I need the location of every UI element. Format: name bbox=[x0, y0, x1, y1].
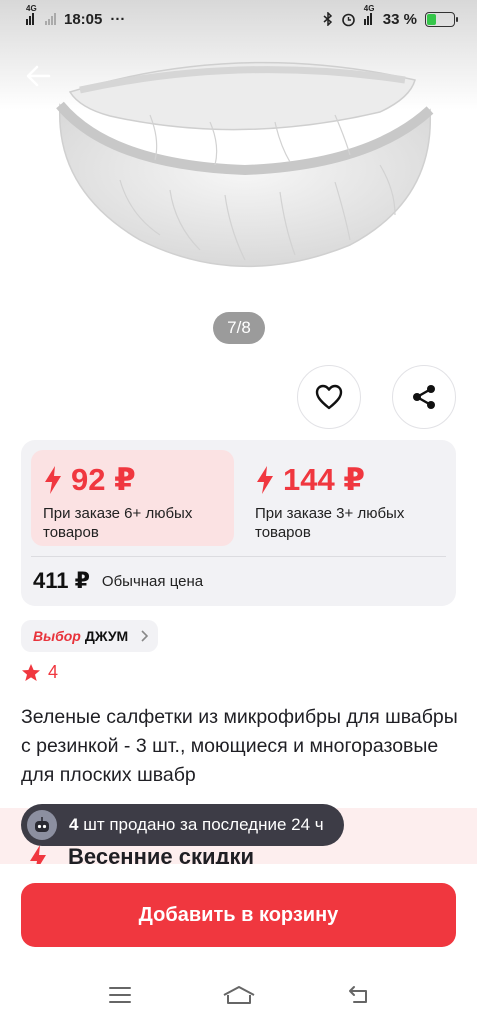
lightning-icon bbox=[30, 845, 46, 864]
heart-icon bbox=[315, 384, 343, 410]
bot-avatar-icon bbox=[27, 810, 57, 840]
network-type-label-right: 4G bbox=[363, 4, 375, 13]
regular-price-value: 411 ₽ bbox=[33, 568, 90, 593]
status-bar: 4G 18:05 ··· 4G 33 % bbox=[0, 0, 477, 38]
lightning-icon bbox=[45, 466, 61, 494]
choice-name: ДЖУМ bbox=[84, 628, 129, 644]
system-nav-bar bbox=[0, 966, 477, 1024]
sold-count-toast: 4 шт продано за последние 24 ч bbox=[21, 804, 344, 846]
tier-price-value: 92 ₽ bbox=[71, 462, 136, 497]
regular-price: 411 ₽ Обычная цена bbox=[33, 568, 203, 594]
promo-title: Весенние скидки bbox=[68, 844, 255, 864]
tier-condition: При заказе 3+ любых товаров bbox=[255, 505, 405, 541]
home-icon bbox=[223, 986, 254, 1004]
choice-brand: Выбор bbox=[33, 628, 81, 644]
star-icon bbox=[22, 663, 40, 681]
favorite-button[interactable] bbox=[297, 365, 361, 429]
arrow-left-icon bbox=[26, 65, 51, 87]
price-tier-6plus[interactable]: 92 ₽ При заказе 6+ любых товаров bbox=[31, 450, 234, 546]
battery-percent: 33 % bbox=[382, 10, 417, 28]
nav-back-button[interactable] bbox=[333, 975, 383, 1015]
tier-condition: При заказе 6+ любых товаров bbox=[43, 505, 193, 541]
product-title: Зеленые салфетки из микрофибры для швабр… bbox=[21, 706, 458, 786]
more-notifications-icon: ··· bbox=[110, 10, 126, 28]
choice-badge[interactable]: Выбор ДЖУМ bbox=[21, 620, 159, 652]
rating-value: 4 bbox=[48, 662, 59, 682]
product-gallery[interactable]: 7/8 bbox=[0, 0, 477, 430]
nav-menu-button[interactable] bbox=[95, 975, 145, 1015]
back-nav-icon bbox=[348, 986, 367, 1003]
product-image bbox=[56, 61, 434, 268]
chevron-right-icon bbox=[141, 630, 149, 642]
regular-price-label: Обычная цена bbox=[101, 572, 204, 590]
back-button[interactable] bbox=[18, 56, 58, 96]
signal-icon-right: 4G bbox=[363, 4, 375, 25]
sold-count-label: шт продано за последние 24 ч bbox=[78, 815, 324, 834]
battery-icon bbox=[425, 11, 458, 27]
price-tier-3plus[interactable]: 144 ₽ При заказе 3+ любых товаров bbox=[243, 450, 446, 546]
rating[interactable]: 4 bbox=[21, 662, 58, 683]
signal-icon: 4G bbox=[26, 4, 37, 25]
alarm-icon bbox=[341, 13, 355, 26]
bluetooth-icon bbox=[323, 12, 332, 26]
divider bbox=[31, 556, 446, 557]
signal-icon-secondary bbox=[45, 13, 56, 25]
image-counter: 7/8 bbox=[213, 312, 265, 344]
price-card: 92 ₽ При заказе 6+ любых товаров 144 ₽ П… bbox=[21, 440, 456, 606]
share-icon bbox=[413, 385, 435, 409]
menu-icon bbox=[108, 987, 131, 1003]
tier-price-value: 144 ₽ bbox=[283, 462, 365, 497]
clock: 18:05 bbox=[64, 10, 103, 28]
add-to-cart-button[interactable]: Добавить в корзину bbox=[21, 883, 456, 947]
sold-count-text: 4 шт продано за последние 24 ч bbox=[69, 815, 324, 835]
lightning-icon bbox=[257, 466, 273, 494]
nav-home-button[interactable] bbox=[214, 975, 264, 1015]
network-type-label: 4G bbox=[26, 4, 37, 13]
share-button[interactable] bbox=[392, 365, 456, 429]
